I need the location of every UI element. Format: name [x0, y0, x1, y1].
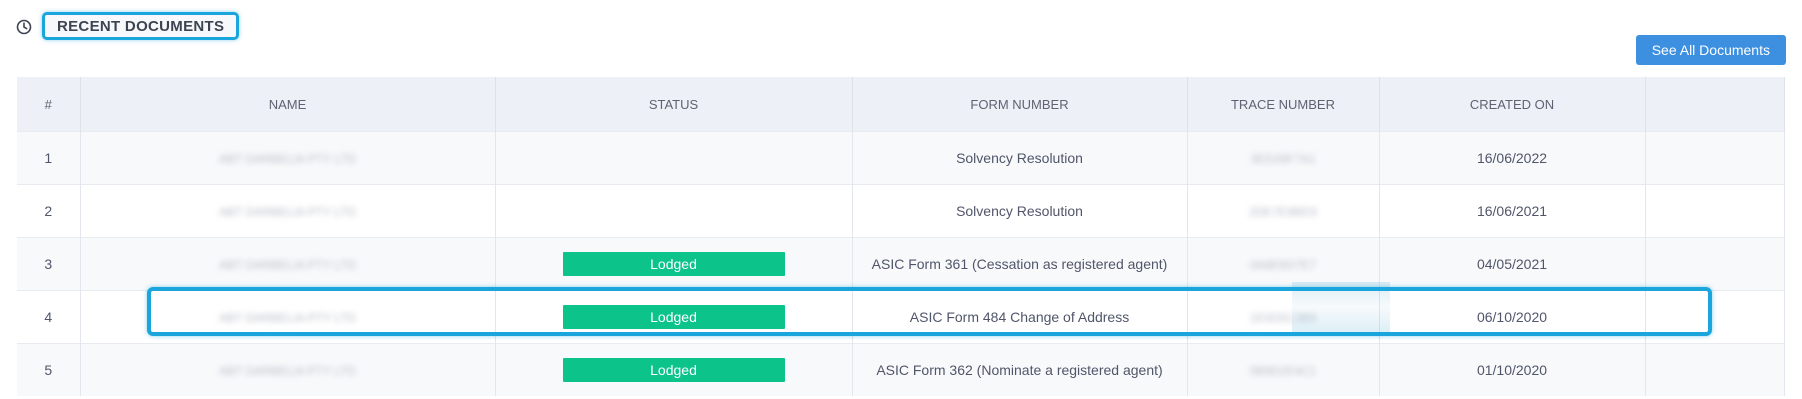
- created-on: 04/05/2021: [1379, 237, 1646, 291]
- company-name-text: ABT DARBELIA PTY LTD: [219, 258, 356, 272]
- company-name-text: ABT DARBELIA PTY LTD: [219, 152, 356, 166]
- status-cell: Lodged: [495, 343, 853, 396]
- trace-number: 0A8E6D7E7: [1187, 237, 1380, 291]
- recent-documents-table: # NAME STATUS FORM NUMBER TRACE NUMBER C…: [17, 77, 1785, 396]
- row-number: 3: [17, 237, 81, 291]
- table-row[interactable]: 5 ABT DARBELIA PTY LTD Lodged ASIC Form …: [17, 343, 1785, 396]
- row-number: 4: [17, 290, 81, 344]
- section-title: RECENT DOCUMENTS: [42, 12, 240, 40]
- actions-cell: [1645, 184, 1785, 238]
- trace-number-text: 0B9D2E4C1: [1249, 364, 1317, 378]
- trace-number: 1E0D5C3B9: [1187, 290, 1380, 344]
- table-header-row: # NAME STATUS FORM NUMBER TRACE NUMBER C…: [17, 77, 1785, 132]
- actions-cell: [1645, 343, 1785, 396]
- status-badge: Lodged: [562, 358, 785, 382]
- actions-cell: [1645, 237, 1785, 291]
- company-name-text: ABT DARBELIA PTY LTD: [219, 205, 356, 219]
- table-row[interactable]: 2 ABT DARBELIA PTY LTD Solvency Resoluti…: [17, 184, 1785, 238]
- trace-number-text: 0A8E6D7E7: [1249, 258, 1317, 272]
- status-cell: Lodged: [495, 290, 853, 344]
- table-row[interactable]: 1 ABT DARBELIA PTY LTD Solvency Resoluti…: [17, 131, 1785, 185]
- row-number: 2: [17, 184, 81, 238]
- trace-number-text: 2DE7E9BD3: [1248, 205, 1318, 219]
- form-number: ASIC Form 484 Change of Address: [852, 290, 1188, 344]
- column-header-name[interactable]: NAME: [80, 77, 496, 132]
- trace-number-text: 3ED28F7A1: [1250, 152, 1316, 166]
- status-cell: [495, 184, 853, 238]
- recent-documents-panel: RECENT DOCUMENTS See All Documents # NAM…: [0, 0, 1802, 399]
- actions-cell: [1645, 290, 1785, 344]
- column-header-status[interactable]: STATUS: [495, 77, 853, 132]
- actions-cell: [1645, 131, 1785, 185]
- column-header-created-on[interactable]: CREATED ON: [1379, 77, 1646, 132]
- clock-icon: [16, 19, 32, 35]
- row-number: 5: [17, 343, 81, 396]
- company-name: ABT DARBELIA PTY LTD: [80, 343, 496, 396]
- column-header-number[interactable]: #: [17, 77, 81, 132]
- trace-number: 0B9D2E4C1: [1187, 343, 1380, 396]
- form-number: Solvency Resolution: [852, 131, 1188, 185]
- table-row[interactable]: 4 ABT DARBELIA PTY LTD Lodged ASIC Form …: [17, 290, 1785, 344]
- company-name: ABT DARBELIA PTY LTD: [80, 131, 496, 185]
- company-name-text: ABT DARBELIA PTY LTD: [219, 311, 356, 325]
- status-cell: Lodged: [495, 237, 853, 291]
- created-on: 16/06/2022: [1379, 131, 1646, 185]
- status-badge: Lodged: [562, 305, 785, 329]
- form-number: ASIC Form 362 (Nominate a registered age…: [852, 343, 1188, 396]
- company-name: ABT DARBELIA PTY LTD: [80, 290, 496, 344]
- see-all-documents-button[interactable]: See All Documents: [1635, 35, 1786, 65]
- company-name-text: ABT DARBELIA PTY LTD: [219, 364, 356, 378]
- column-header-actions: [1645, 77, 1785, 132]
- column-header-form-number[interactable]: FORM NUMBER: [852, 77, 1188, 132]
- company-name: ABT DARBELIA PTY LTD: [80, 184, 496, 238]
- created-on: 16/06/2021: [1379, 184, 1646, 238]
- form-number: ASIC Form 361 (Cessation as registered a…: [852, 237, 1188, 291]
- form-number: Solvency Resolution: [852, 184, 1188, 238]
- status-badge: Lodged: [562, 252, 785, 276]
- status-cell: [495, 131, 853, 185]
- created-on: 06/10/2020: [1379, 290, 1646, 344]
- company-name: ABT DARBELIA PTY LTD: [80, 237, 496, 291]
- trace-number-text: 1E0D5C3B9: [1249, 311, 1317, 325]
- column-header-trace-number[interactable]: TRACE NUMBER: [1187, 77, 1380, 132]
- table-row[interactable]: 3 ABT DARBELIA PTY LTD Lodged ASIC Form …: [17, 237, 1785, 291]
- row-number: 1: [17, 131, 81, 185]
- trace-number: 2DE7E9BD3: [1187, 184, 1380, 238]
- created-on: 01/10/2020: [1379, 343, 1646, 396]
- trace-number: 3ED28F7A1: [1187, 131, 1380, 185]
